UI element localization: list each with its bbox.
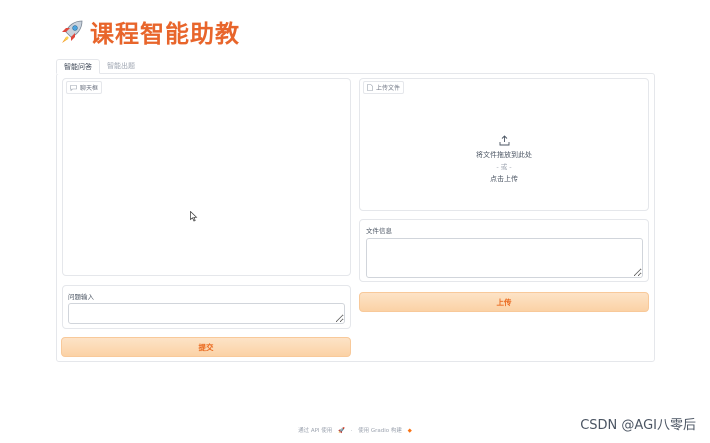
or-text: - 或 - bbox=[496, 163, 512, 171]
chat-icon bbox=[70, 84, 77, 91]
page-title: 课程智能助教 bbox=[90, 19, 240, 48]
file-info-label: 文件信息 bbox=[366, 227, 392, 235]
gradio-logo-icon: ◆ bbox=[407, 428, 412, 434]
upload-label-text: 上传文件 bbox=[376, 85, 401, 92]
click-upload-text[interactable]: 点击上传 bbox=[360, 173, 648, 185]
question-input-label: 问题输入 bbox=[68, 293, 94, 301]
app-header: 课程智能助教 bbox=[58, 14, 240, 48]
file-icon bbox=[367, 84, 373, 91]
rocket-icon bbox=[62, 20, 83, 43]
chatbot-area[interactable]: 聊天框 bbox=[62, 78, 351, 276]
footer-separator: · bbox=[350, 428, 353, 434]
tab-smart-qa[interactable]: 智能问答 bbox=[56, 59, 100, 74]
upload-label: 上传文件 bbox=[363, 81, 405, 94]
file-info-box: 文件信息 bbox=[359, 219, 649, 282]
question-input-box: 问题输入 bbox=[62, 285, 351, 329]
chatbot-label: 聊天框 bbox=[66, 81, 103, 94]
api-link[interactable]: 通过 API 使用 bbox=[298, 428, 332, 434]
rocket-small-icon: 🚀 bbox=[338, 428, 345, 434]
mouse-cursor-icon bbox=[190, 211, 198, 222]
file-info-field[interactable] bbox=[366, 238, 643, 278]
question-input[interactable] bbox=[68, 303, 345, 324]
tab-smart-quiz[interactable]: 智能出题 bbox=[100, 59, 142, 74]
file-upload-dropzone[interactable]: 上传文件 将文件拖放到此处 - 或 - 点击上传 bbox=[359, 78, 649, 211]
tab-bar: 智能问答 智能出题 bbox=[56, 59, 142, 74]
upload-button[interactable]: 上传 bbox=[359, 292, 649, 312]
gradio-link[interactable]: 使用 Gradio 构建 bbox=[358, 428, 402, 434]
upload-icon bbox=[499, 135, 509, 146]
chatbot-label-text: 聊天框 bbox=[80, 85, 99, 92]
upload-instructions: 将文件拖放到此处 - 或 - 点击上传 bbox=[360, 135, 648, 185]
drop-text: 将文件拖放到此处 bbox=[476, 151, 532, 159]
watermark: CSDN @AGI八零后 bbox=[580, 418, 696, 433]
submit-button[interactable]: 提交 bbox=[61, 337, 351, 357]
